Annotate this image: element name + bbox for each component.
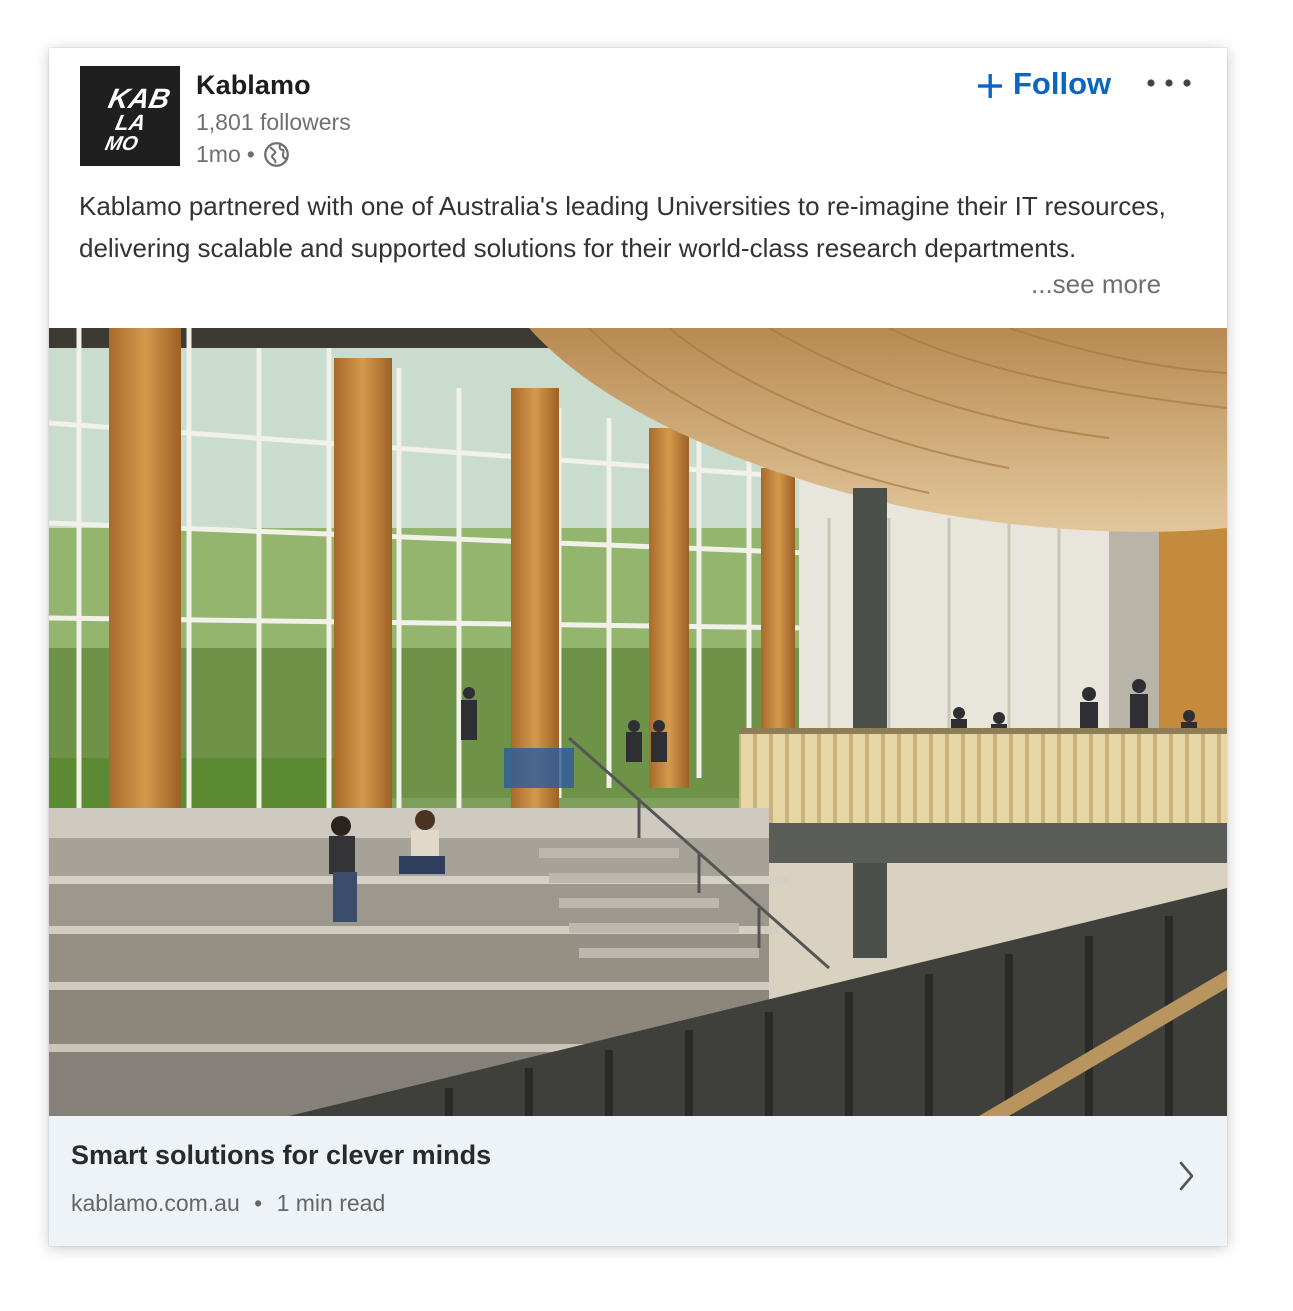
post-meta: 1mo •	[196, 141, 290, 168]
kablamo-logo-icon: KAB LA MO	[80, 66, 180, 166]
more-options-icon	[1147, 79, 1191, 87]
article-meta: kablamo.com.au • 1 min read	[71, 1190, 385, 1217]
plus-icon	[977, 71, 1003, 98]
post-image[interactable]	[49, 328, 1227, 1116]
meta-separator: •	[246, 141, 255, 167]
article-read-time: 1 min read	[276, 1190, 386, 1216]
globe-icon	[263, 141, 290, 168]
follow-label: Follow	[1013, 66, 1112, 101]
company-logo[interactable]: KAB LA MO	[80, 66, 180, 166]
article-domain: kablamo.com.au	[71, 1190, 240, 1216]
follow-button[interactable]: Follow	[971, 62, 1117, 106]
logo-text-mo: MO	[103, 133, 140, 155]
more-options-button[interactable]	[1143, 68, 1195, 98]
post-time: 1mo	[196, 141, 241, 167]
see-more-link[interactable]: ...see more	[1031, 269, 1161, 300]
article-title: Smart solutions for clever minds	[71, 1140, 492, 1170]
post-card: KAB LA MO Kablamo 1,801 followers 1mo •	[49, 48, 1227, 1246]
post-text: Kablamo partnered with one of Australia'…	[79, 191, 1166, 263]
article-link[interactable]: Smart solutions for clever minds kablamo…	[49, 1116, 1227, 1246]
post-header: KAB LA MO Kablamo 1,801 followers 1mo •	[49, 48, 1227, 188]
follower-count: 1,801 followers	[196, 109, 351, 135]
logo-text-kab: KAB	[106, 82, 173, 114]
article-meta-separator: •	[254, 1190, 263, 1216]
logo-text-la: LA	[113, 110, 148, 135]
university-atrium-photo	[49, 328, 1227, 1116]
company-name[interactable]: Kablamo	[196, 70, 311, 101]
chevron-right-icon	[1177, 1160, 1197, 1192]
